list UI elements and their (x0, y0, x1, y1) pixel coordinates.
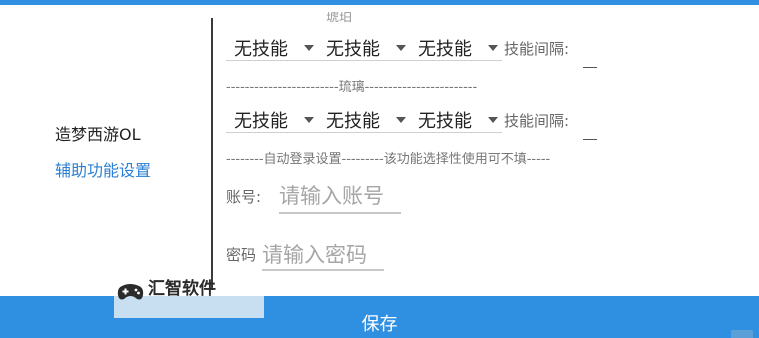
skill-interval-input-2[interactable] (583, 117, 598, 140)
skill-select-1-2[interactable]: 无技能 (318, 36, 410, 61)
select-value: 无技能 (326, 39, 380, 60)
select-value: 无技能 (418, 111, 472, 132)
password-input[interactable]: 请输入密码 (262, 239, 384, 271)
skill-row-2: 无技能 无技能 无技能 技能间隔: (226, 107, 598, 140)
skill-select-2-3[interactable]: 无技能 (410, 108, 502, 133)
account-input[interactable]: 请输入账号 (279, 180, 401, 214)
skill-interval-label: 技能间隔: (504, 40, 570, 58)
skill-select-1-3[interactable]: 无技能 (410, 36, 502, 61)
password-label: 密码 (226, 246, 257, 264)
sidebar-app-title: 造梦西游OL (55, 125, 141, 144)
dropdown-arrow-icon (304, 117, 314, 123)
skill-row-1: 无技能 无技能 无技能 技能间隔: (226, 35, 598, 68)
dropdown-arrow-icon (488, 45, 498, 51)
account-label: 账号: (226, 188, 262, 206)
section-heading-truncated: 琥珀 (326, 10, 353, 25)
dropdown-arrow-icon (488, 117, 498, 123)
skill-select-2-2[interactable]: 无技能 (318, 108, 410, 133)
section-separator-liuli: ------------------------琉璃--------------… (226, 80, 478, 95)
save-button-label: 保存 (361, 314, 398, 335)
skill-select-2-1[interactable]: 无技能 (226, 108, 318, 133)
sidebar-divider (211, 18, 213, 290)
section-separator-autologin: --------自动登录设置---------该功能选择性使用可不填----- (226, 152, 551, 167)
dropdown-arrow-icon (396, 45, 406, 51)
corner-mark (731, 330, 753, 338)
skill-interval-input-1[interactable] (583, 45, 598, 68)
watermark-text: 汇智软件 (148, 279, 216, 299)
select-value: 无技能 (418, 39, 472, 60)
dropdown-arrow-icon (304, 45, 314, 51)
top-strip (0, 0, 759, 5)
select-value: 无技能 (234, 39, 288, 60)
dropdown-arrow-icon (396, 117, 406, 123)
skill-interval-label: 技能间隔: (504, 112, 570, 130)
sidebar-item-assist-settings[interactable]: 辅助功能设置 (55, 157, 151, 181)
select-value: 无技能 (326, 111, 380, 132)
select-value: 无技能 (234, 111, 288, 132)
skill-select-1-1[interactable]: 无技能 (226, 36, 318, 61)
gamepad-icon (117, 284, 144, 300)
